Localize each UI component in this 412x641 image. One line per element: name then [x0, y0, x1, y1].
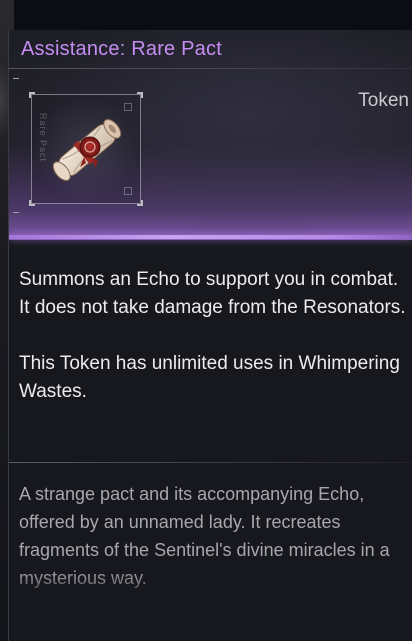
header-tick-bottom	[13, 212, 19, 213]
title-divider	[9, 68, 412, 69]
item-title: Assistance: Rare Pact	[21, 38, 222, 60]
item-description: Summons an Echo to support you in combat…	[19, 266, 409, 434]
scroll-fade-overlay	[9, 570, 412, 641]
header-tick-top	[13, 78, 19, 79]
description-paragraph: This Token has unlimited uses in Whimper…	[19, 353, 400, 402]
item-icon-frame: Rare Pact	[29, 92, 143, 206]
scroll-pact-icon	[52, 119, 122, 181]
description-paragraph: Summons an Echo to support you in combat…	[19, 269, 406, 318]
lore-divider	[9, 462, 412, 463]
rarity-accent-line	[9, 235, 412, 239]
item-tooltip-card: Assistance: Rare Pact Rare Pact Token Su…	[8, 30, 412, 641]
tooltip-header: Assistance: Rare Pact Rare Pact Token	[9, 30, 412, 240]
item-type-label: Token	[358, 90, 409, 111]
